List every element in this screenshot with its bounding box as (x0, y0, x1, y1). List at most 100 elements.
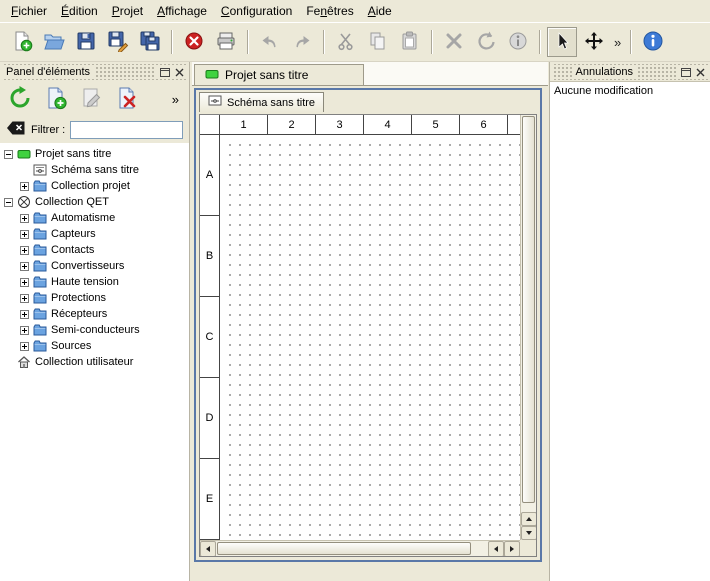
tree-item-label: Protections (51, 292, 106, 304)
menu-configuration[interactable]: Configuration (214, 1, 299, 21)
expand-icon[interactable] (20, 182, 29, 191)
elements-toolbar: » (0, 81, 189, 117)
undo-history-list[interactable]: Aucune modification (550, 81, 710, 581)
horizontal-scroll-thumb[interactable] (217, 542, 471, 555)
scroll-mode-button[interactable] (579, 27, 609, 57)
vertical-scrollbar[interactable] (520, 115, 536, 540)
menu-fenetres[interactable]: Fenêtres (299, 1, 360, 21)
tab-projet-sans-titre[interactable]: Projet sans titre (194, 64, 364, 86)
elements-panel-titlebar[interactable]: Panel d'éléments (2, 64, 187, 80)
schema-icon (208, 95, 222, 110)
scroll-up-button[interactable] (521, 512, 537, 526)
expand-icon[interactable] (20, 262, 29, 271)
expand-icon[interactable] (20, 294, 29, 303)
edit-element-button[interactable] (78, 85, 106, 113)
tree-item-contacts[interactable]: Contacts (0, 242, 189, 258)
tree-item-schema-sans-titre[interactable]: Schéma sans titre (0, 162, 189, 178)
vertical-scroll-track[interactable] (521, 115, 536, 512)
copy-button[interactable] (363, 27, 393, 57)
dock-close-button[interactable] (172, 65, 187, 79)
print-button[interactable] (211, 27, 241, 57)
tree-item-capteurs[interactable]: Capteurs (0, 226, 189, 242)
scroll-left-button-2[interactable] (488, 541, 504, 557)
filter-input[interactable] (70, 121, 183, 139)
tree-item-semi-conducteurs[interactable]: Semi-conducteurs (0, 322, 189, 338)
printer-icon (215, 30, 237, 55)
new-project-button[interactable] (7, 27, 37, 57)
delete-button[interactable] (439, 27, 469, 57)
expand-icon[interactable] (20, 246, 29, 255)
redo-button[interactable] (287, 27, 317, 57)
open-project-button[interactable] (39, 27, 69, 57)
clear-filter-button[interactable] (6, 120, 26, 140)
cut-button[interactable] (331, 27, 361, 57)
column-label: 2 (268, 115, 316, 134)
save-as-icon (107, 30, 129, 55)
scroll-down-button[interactable] (521, 526, 537, 540)
undo-dock-titlebar[interactable]: Annulations (552, 64, 708, 80)
undo-button[interactable] (255, 27, 285, 57)
horizontal-scrollbar[interactable] (200, 540, 520, 556)
about-button[interactable] (638, 27, 668, 57)
menu-projet[interactable]: Projet (105, 1, 150, 21)
tree-item-label: Sources (51, 340, 91, 352)
vertical-scroll-thumb[interactable] (522, 116, 535, 503)
scroll-left-button[interactable] (200, 541, 216, 557)
menu-fichier[interactable]: Fichier (4, 1, 54, 21)
tab-schema-sans-titre[interactable]: Schéma sans titre (199, 92, 324, 112)
tree-item-recepteurs[interactable]: Récepteurs (0, 306, 189, 322)
info-gray-icon (507, 30, 529, 55)
scroll-right-button[interactable] (504, 541, 520, 557)
scrollbar-corner (520, 540, 536, 556)
folder-icon (33, 259, 47, 273)
object-info-button[interactable] (503, 27, 533, 57)
expand-icon[interactable] (20, 342, 29, 351)
new-element-button[interactable] (42, 85, 70, 113)
menu-edition[interactable]: Édition (54, 1, 105, 21)
tree-item-projet-sans-titre[interactable]: Projet sans titre (0, 146, 189, 162)
tree-item-protections[interactable]: Protections (0, 290, 189, 306)
dock-close-button[interactable] (693, 65, 708, 79)
rotate-button[interactable] (471, 27, 501, 57)
tree-item-haute-tension[interactable]: Haute tension (0, 274, 189, 290)
expand-icon[interactable] (20, 230, 29, 239)
element-new-icon (44, 86, 68, 113)
dock-title-buttons (676, 65, 708, 79)
paste-button[interactable] (395, 27, 425, 57)
element-edit-icon (80, 86, 104, 113)
expand-icon[interactable] (20, 278, 29, 287)
expand-icon[interactable] (20, 214, 29, 223)
collapse-icon[interactable] (4, 198, 13, 207)
dock-float-button[interactable] (157, 65, 172, 79)
toolbar-overflow-button[interactable]: » (610, 35, 625, 50)
elements-toolbar-overflow-button[interactable]: » (172, 92, 183, 107)
tree-item-automatisme[interactable]: Automatisme (0, 210, 189, 226)
save-as-button[interactable] (103, 27, 133, 57)
save-all-icon (139, 30, 161, 55)
tree-item-collection-qet[interactable]: Collection QET (0, 194, 189, 210)
folder-icon (33, 275, 47, 289)
horizontal-scroll-track[interactable] (216, 541, 488, 556)
schema-canvas[interactable] (221, 136, 520, 540)
menu-affichage[interactable]: Affichage (150, 1, 214, 21)
folder-icon (33, 227, 47, 241)
reload-collections-button[interactable] (6, 85, 34, 113)
save-all-button[interactable] (135, 27, 165, 57)
dock-float-button[interactable] (678, 65, 693, 79)
delete-element-button[interactable] (114, 85, 142, 113)
tree-item-convertisseurs[interactable]: Convertisseurs (0, 258, 189, 274)
tree-item-collection-projet[interactable]: Collection projet (0, 178, 189, 194)
collapse-icon[interactable] (4, 150, 13, 159)
expand-icon[interactable] (20, 326, 29, 335)
close-file-button[interactable] (179, 27, 209, 57)
tree-item-collection-utilisateur[interactable]: Collection utilisateur (0, 354, 189, 370)
filter-label: Filtrer : (31, 124, 65, 136)
select-mode-button[interactable] (547, 27, 577, 57)
column-label: 6 (460, 115, 508, 134)
save-button[interactable] (71, 27, 101, 57)
expand-icon[interactable] (20, 310, 29, 319)
tree-item-sources[interactable]: Sources (0, 338, 189, 354)
project-window: Schéma sans titre 1 2 3 4 5 6 A B C D E (194, 88, 542, 562)
menu-aide[interactable]: Aide (361, 1, 399, 21)
toolbar-separator (539, 30, 541, 54)
